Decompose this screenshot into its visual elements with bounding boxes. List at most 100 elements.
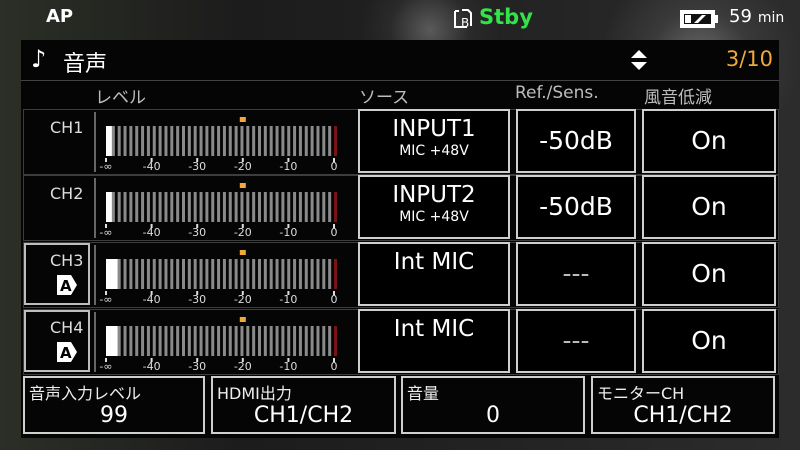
peak-marker: [239, 317, 246, 322]
hdmi-output-box[interactable]: HDMI出力 CH1/CH2: [211, 376, 396, 434]
column-header-source: ソース: [359, 88, 410, 108]
meter-segment: [310, 192, 314, 222]
meter-tick-label: -40: [143, 360, 161, 372]
meter-segment: [164, 192, 168, 222]
meter-segment: [334, 192, 337, 222]
meter-tick-label: 0: [331, 360, 338, 372]
meter-segment: [322, 192, 326, 222]
battery-minutes: 59: [729, 6, 752, 27]
meter-segment: [106, 259, 112, 289]
meter-tick-label: -10: [279, 360, 297, 372]
meter-segment: [275, 126, 279, 156]
meter-segment: [182, 192, 185, 222]
meter-segment: [129, 192, 133, 222]
scroll-updown-icon[interactable]: [629, 48, 649, 72]
battery-remaining: 59 min: [729, 6, 784, 27]
meter-segment: [193, 259, 197, 289]
meter-segment: [146, 192, 150, 222]
audio-input-level-label: 音声入力レベル: [29, 384, 142, 403]
peak-marker: [239, 250, 246, 255]
meter-segment: [117, 259, 121, 289]
meter-tick-label: 0: [331, 226, 338, 238]
meter-segment: [182, 259, 185, 289]
source-selector[interactable]: Int MIC: [358, 309, 510, 373]
meter-segment: [111, 326, 118, 356]
meter-segment: [141, 126, 145, 156]
meter-segment: [298, 326, 302, 356]
meter-segment: [123, 192, 127, 222]
meter-segment: [228, 326, 232, 356]
wind-filter-toggle[interactable]: On: [642, 309, 776, 373]
channel-row-ch1: CH1 -∞ -40 -30 -20 -10 0 INPUT1 MIC +48V -50d…: [23, 109, 779, 175]
meter-segment: [187, 192, 191, 222]
meter-segment: [117, 192, 121, 222]
meter-segment: [263, 259, 267, 289]
meter-tick-label: -30: [188, 226, 206, 238]
meter-tick-label: -10: [279, 293, 297, 305]
meter-segment: [158, 259, 162, 289]
meter-segment: [222, 259, 226, 289]
monitor-ch-box[interactable]: モニターCH CH1/CH2: [591, 376, 775, 434]
meter-segment: [187, 126, 191, 156]
meter-segment: [304, 192, 308, 222]
monitor-ch-label: モニターCH: [597, 384, 685, 403]
volume-box[interactable]: 音量 0: [401, 376, 585, 434]
meter-segment: [193, 192, 197, 222]
meter-segment: [234, 259, 238, 289]
meter-segment: [246, 192, 250, 222]
meter-segment: [217, 126, 221, 156]
media-b-icon: B: [454, 9, 472, 30]
meter-tick-label: -20: [234, 160, 252, 172]
meter-segment: [287, 126, 291, 156]
meter-segment: [316, 326, 320, 356]
meter-segment: [123, 259, 127, 289]
meter-segment: [240, 126, 244, 156]
meter-segment: [146, 259, 150, 289]
meter-segment: [281, 259, 285, 289]
meter-segment: [246, 126, 250, 156]
source-selector[interactable]: INPUT2 MIC +48V: [358, 175, 510, 239]
meter-segment: [293, 192, 297, 222]
meter-segment: [152, 259, 156, 289]
meter-tick-label: -∞: [99, 360, 112, 372]
audio-input-level-box[interactable]: 音声入力レベル 99: [23, 376, 205, 434]
auto-badge-letter: A: [60, 277, 72, 295]
meter-segment: [117, 126, 121, 156]
meter-segment: [252, 192, 256, 222]
meter-segment: [152, 326, 156, 356]
meter-segment: [304, 126, 308, 156]
wind-filter-toggle[interactable]: On: [642, 175, 776, 239]
meter-segment: [170, 259, 174, 289]
meter-tick-label: -∞: [99, 226, 112, 238]
meter-segment: [211, 326, 215, 356]
meter-tick-label: -20: [234, 226, 252, 238]
meter-segment: [287, 326, 291, 356]
source-selector[interactable]: Int MIC: [358, 242, 510, 306]
wind-filter-toggle[interactable]: On: [642, 242, 776, 306]
source-selector[interactable]: INPUT1 MIC +48V: [358, 109, 510, 173]
ref-sens-selector[interactable]: -50dB: [516, 175, 636, 239]
meter-segment: [281, 126, 285, 156]
meter-segment: [135, 126, 139, 156]
channel-label: CH4: [50, 318, 84, 337]
meter-segment: [328, 192, 332, 222]
meter-segment: [275, 192, 279, 222]
source-main: INPUT2: [392, 182, 476, 208]
meter-segment: [322, 259, 326, 289]
meter-segment: [182, 126, 185, 156]
status-bar: AP B Stby 59 min: [0, 0, 800, 38]
meter-segment: [258, 126, 261, 156]
source-main: INPUT1: [392, 116, 476, 142]
audio-input-level-value: 99: [100, 403, 128, 428]
meter-segment: [152, 126, 156, 156]
meter-segment: [164, 326, 168, 356]
meter-segment: [322, 326, 326, 356]
ref-sens-selector[interactable]: -50dB: [516, 109, 636, 173]
meter-segment: [164, 259, 168, 289]
wind-filter-toggle[interactable]: On: [642, 109, 776, 173]
channel-row-ch2: CH2 -∞ -40 -30 -20 -10 0 INPUT2 MIC +48V -50d…: [23, 175, 779, 241]
meter-segment: [228, 192, 232, 222]
meter-segment: [234, 192, 238, 222]
meter-segment: [228, 259, 232, 289]
meter-segment: [199, 326, 203, 356]
